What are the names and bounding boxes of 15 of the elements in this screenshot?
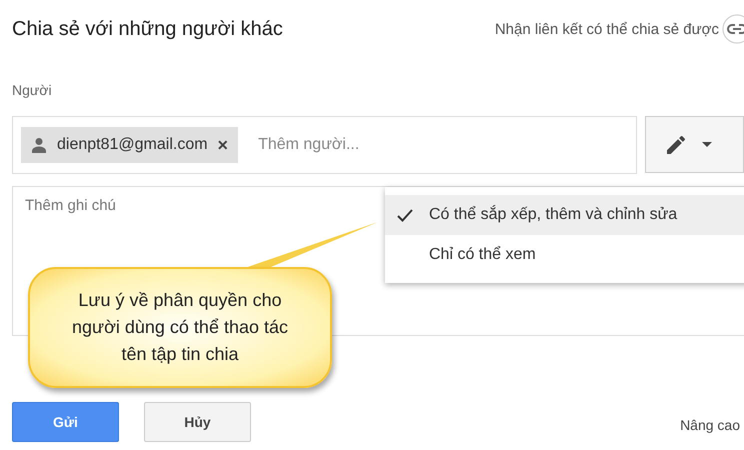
person-icon bbox=[31, 137, 47, 153]
recipient-email: dienpt81@gmail.com bbox=[57, 136, 208, 154]
menu-item[interactable]: Chỉ có thể xem bbox=[385, 235, 744, 275]
callout: Lưu ý về phân quyền cho người dùng có thể thao tác tên tập tin chia bbox=[28, 267, 332, 388]
menu-item[interactable]: Có thể sắp xếp, thêm và chỉnh sửa bbox=[385, 195, 744, 235]
caret-icon bbox=[702, 142, 712, 147]
remove-icon[interactable]: × bbox=[218, 134, 228, 156]
cancel-button[interactable]: Hủy bbox=[144, 402, 251, 442]
advanced-link[interactable]: Nâng cao bbox=[680, 411, 740, 433]
link-icon[interactable] bbox=[722, 14, 744, 44]
dialog-title: Chia sẻ với những người khác bbox=[12, 18, 283, 40]
permission-button[interactable] bbox=[645, 116, 744, 173]
share-link[interactable]: Nhận liên kết có thể chia sẻ được bbox=[494, 20, 719, 38]
check-icon bbox=[397, 208, 413, 222]
people-label: Người bbox=[12, 82, 53, 98]
